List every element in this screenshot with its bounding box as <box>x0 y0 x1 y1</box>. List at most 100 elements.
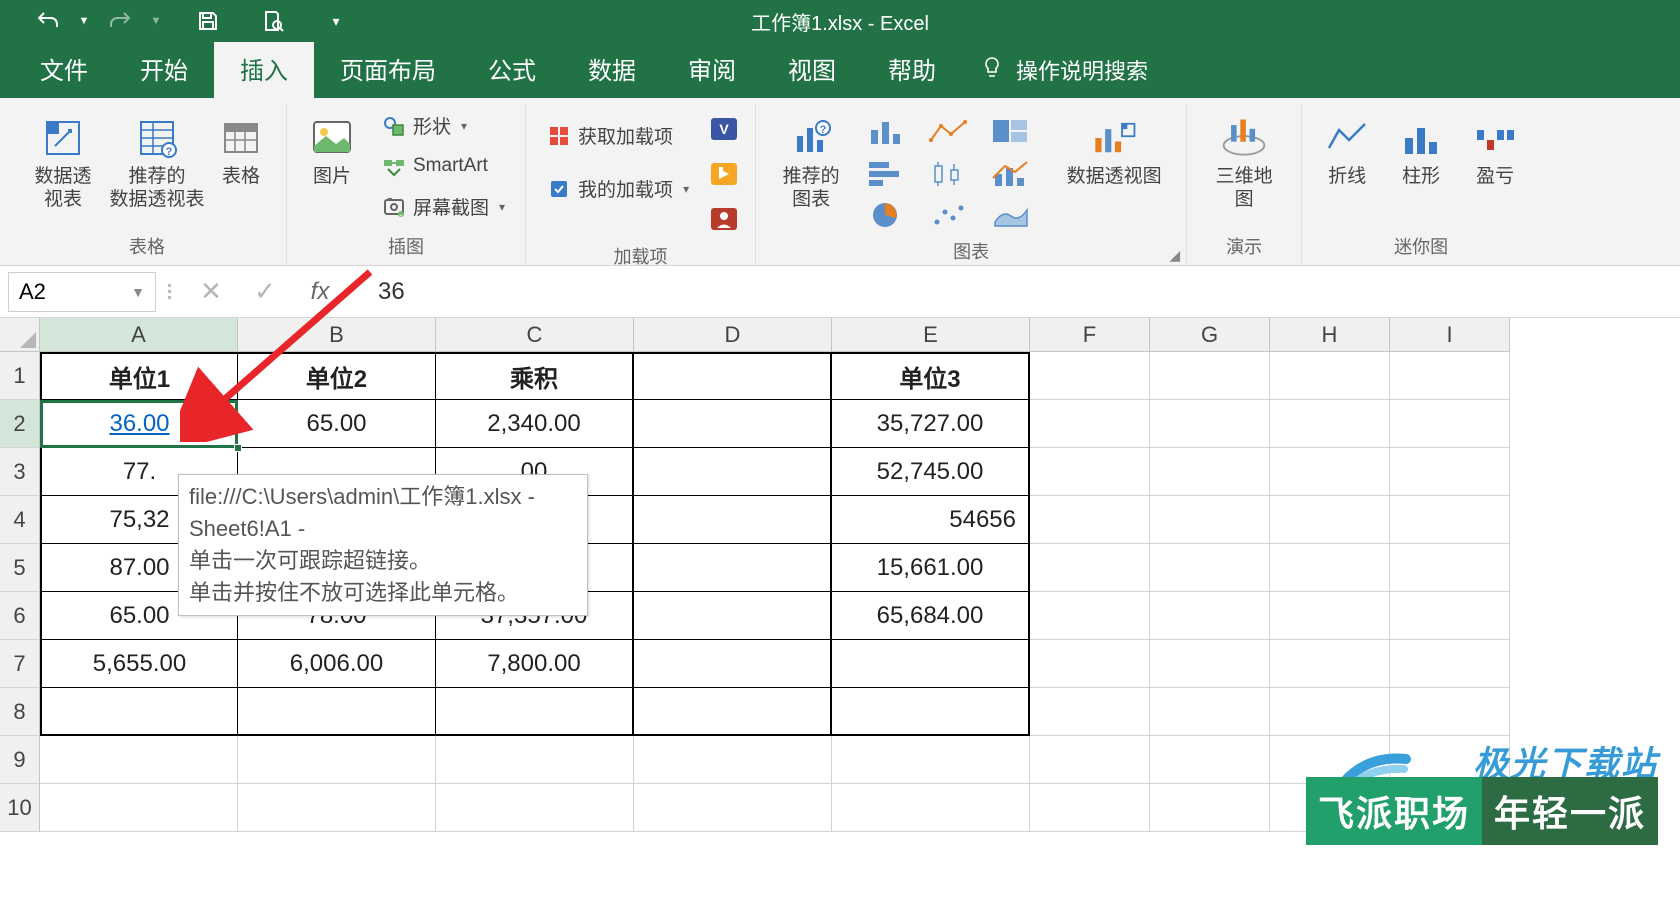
cell[interactable] <box>1150 352 1270 400</box>
row-header-5[interactable]: 5 <box>0 544 40 592</box>
cell[interactable]: 15,661.00 <box>832 544 1030 592</box>
cell[interactable] <box>436 736 634 784</box>
cell[interactable] <box>40 736 238 784</box>
cell[interactable]: 54656 <box>832 496 1030 544</box>
cell[interactable]: 65,684.00 <box>832 592 1030 640</box>
my-addins-button[interactable]: 我的加载项▾ <box>538 171 697 206</box>
cell[interactable] <box>238 784 436 832</box>
cell[interactable] <box>634 544 832 592</box>
column-header-C[interactable]: C <box>436 318 634 352</box>
combo-chart-button[interactable] <box>986 154 1036 192</box>
column-chart-button[interactable] <box>862 112 912 150</box>
cell[interactable]: 5,655.00 <box>40 640 238 688</box>
cell[interactable] <box>238 736 436 784</box>
cell[interactable] <box>1390 352 1510 400</box>
get-addins-button[interactable]: 获取加载项 <box>538 118 697 153</box>
cell[interactable] <box>40 688 238 736</box>
cell[interactable] <box>1030 400 1150 448</box>
tab-home[interactable]: 开始 <box>114 37 214 98</box>
tab-page-layout[interactable]: 页面布局 <box>314 37 462 98</box>
charts-launcher-icon[interactable]: ◢ <box>1169 247 1180 264</box>
cell[interactable] <box>634 400 832 448</box>
cell[interactable] <box>40 784 238 832</box>
undo-dropdown[interactable]: ▼ <box>74 3 94 39</box>
tab-file[interactable]: 文件 <box>14 37 114 98</box>
cell[interactable] <box>1390 496 1510 544</box>
cell[interactable]: 6,006.00 <box>238 640 436 688</box>
tell-me-search[interactable]: 操作说明搜索 <box>962 40 1166 98</box>
chevron-down-icon[interactable]: ▼ <box>131 284 145 300</box>
cell[interactable] <box>1150 784 1270 832</box>
row-header-2[interactable]: 2 <box>0 400 40 448</box>
visio-addin-icon[interactable]: V <box>709 114 739 149</box>
save-button[interactable] <box>186 3 230 39</box>
cell[interactable] <box>1030 784 1150 832</box>
cell[interactable] <box>634 784 832 832</box>
select-all-corner[interactable] <box>0 318 40 352</box>
cell[interactable]: 36.00 <box>40 400 238 448</box>
cell[interactable] <box>832 688 1030 736</box>
tab-view[interactable]: 视图 <box>762 37 862 98</box>
cell[interactable] <box>1390 592 1510 640</box>
pie-chart-button[interactable] <box>862 196 912 234</box>
row-header-4[interactable]: 4 <box>0 496 40 544</box>
redo-dropdown[interactable]: ▼ <box>146 3 166 39</box>
cell[interactable] <box>634 592 832 640</box>
sparkline-column-button[interactable]: 柱形 <box>1388 108 1454 189</box>
cell[interactable] <box>1030 448 1150 496</box>
cell[interactable] <box>1150 688 1270 736</box>
cell[interactable] <box>634 496 832 544</box>
cell[interactable] <box>832 784 1030 832</box>
cell[interactable]: 单位3 <box>832 352 1030 400</box>
cell[interactable] <box>1390 400 1510 448</box>
cell[interactable]: 7,800.00 <box>436 640 634 688</box>
column-header-D[interactable]: D <box>634 318 832 352</box>
cell[interactable] <box>1150 544 1270 592</box>
cell[interactable] <box>1270 544 1390 592</box>
tab-review[interactable]: 审阅 <box>662 37 762 98</box>
tab-insert[interactable]: 插入 <box>214 37 314 98</box>
recommended-pivot-button[interactable]: ?推荐的 数据透视表 <box>114 108 200 212</box>
surface-chart-button[interactable] <box>986 196 1036 234</box>
row-header-7[interactable]: 7 <box>0 640 40 688</box>
row-header-8[interactable]: 8 <box>0 688 40 736</box>
cell[interactable] <box>1030 496 1150 544</box>
cell[interactable]: 2,340.00 <box>436 400 634 448</box>
column-header-F[interactable]: F <box>1030 318 1150 352</box>
cell[interactable] <box>1150 400 1270 448</box>
cell[interactable] <box>1150 448 1270 496</box>
line-chart-button[interactable] <box>924 112 974 150</box>
column-header-H[interactable]: H <box>1270 318 1390 352</box>
cell[interactable] <box>832 736 1030 784</box>
cell[interactable] <box>1270 352 1390 400</box>
cell[interactable] <box>1390 640 1510 688</box>
hierarchy-chart-button[interactable] <box>986 112 1036 150</box>
fill-handle[interactable] <box>234 444 242 452</box>
recommended-charts-button[interactable]: ?推荐的 图表 <box>768 108 854 212</box>
name-box[interactable]: A2▼ <box>8 272 156 312</box>
row-header-1[interactable]: 1 <box>0 352 40 400</box>
cell[interactable]: 52,745.00 <box>832 448 1030 496</box>
cell[interactable] <box>436 688 634 736</box>
3d-map-button[interactable]: 三维地 图 <box>1199 108 1289 212</box>
cell[interactable] <box>634 688 832 736</box>
scatter-chart-button[interactable] <box>924 196 974 234</box>
cell[interactable] <box>1270 496 1390 544</box>
picture-button[interactable]: 图片 <box>299 108 365 189</box>
pivot-table-button[interactable]: 数据透 视表 <box>20 108 106 212</box>
column-header-E[interactable]: E <box>832 318 1030 352</box>
undo-button[interactable] <box>26 3 70 39</box>
screenshot-button[interactable]: +屏幕截图▾ <box>373 189 513 224</box>
row-header-9[interactable]: 9 <box>0 736 40 784</box>
qat-customize[interactable]: ▾ <box>314 3 358 39</box>
cell[interactable] <box>634 352 832 400</box>
tab-formulas[interactable]: 公式 <box>462 37 562 98</box>
cell[interactable] <box>1270 688 1390 736</box>
cell[interactable]: 35,727.00 <box>832 400 1030 448</box>
cell[interactable] <box>634 736 832 784</box>
cell[interactable] <box>1270 592 1390 640</box>
table-button[interactable]: 表格 <box>208 108 274 189</box>
cell[interactable] <box>832 640 1030 688</box>
cell[interactable] <box>1030 352 1150 400</box>
cell[interactable] <box>1270 400 1390 448</box>
